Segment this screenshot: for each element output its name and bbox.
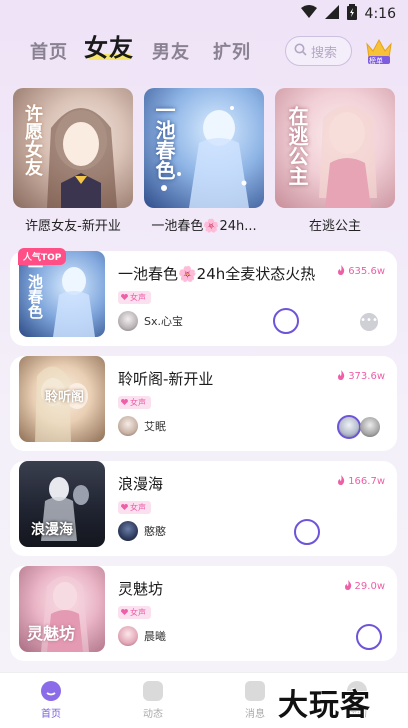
status-bar: 4:16 — [0, 0, 408, 26]
search-input[interactable]: 搜索 — [285, 36, 352, 66]
mic-seat[interactable] — [273, 308, 299, 334]
rank-label: 榜单 — [369, 57, 383, 65]
voice-tag: 女声 — [118, 501, 151, 514]
status-time: 4:16 — [364, 6, 396, 22]
signal-icon — [324, 5, 339, 23]
featured-title: 一池春色🌸24h... — [151, 219, 257, 234]
heat-value: 373.6w — [348, 371, 385, 382]
room-cover-text: 灵魅坊 — [27, 624, 76, 643]
more-icon[interactable]: ••• — [360, 313, 378, 331]
room-host: Sx.心宝 — [118, 311, 183, 331]
featured-title: 在逃公主 — [308, 219, 361, 234]
featured-cover: 许愿女友 — [13, 88, 133, 208]
heart-icon — [121, 608, 128, 617]
host-name: 憨憨 — [144, 525, 166, 538]
flame-icon — [344, 580, 352, 593]
room-heat: 373.6w — [337, 370, 385, 383]
voice-tag: 女声 — [118, 606, 151, 619]
voice-tag: 女声 — [118, 291, 151, 304]
search-placeholder: 搜索 — [311, 45, 338, 61]
host-name: 艾眠 — [144, 420, 166, 433]
host-avatar — [118, 626, 138, 646]
host-name: Sx.心宝 — [144, 315, 183, 328]
search-icon — [294, 43, 307, 60]
room-heat: 29.0w — [344, 580, 385, 593]
voice-tag: 女声 — [118, 396, 151, 409]
bottom-tab-moments[interactable]: 动态 — [128, 681, 178, 720]
voice-tag-label: 女声 — [130, 398, 146, 407]
moments-icon — [143, 681, 163, 701]
room-host: 晨曦 — [118, 626, 166, 646]
room-name: 浪漫海 — [118, 475, 164, 493]
heart-icon — [121, 293, 128, 302]
room-cover: 浪漫海 — [19, 461, 105, 547]
featured-cover-text: 在逃公主 — [285, 106, 309, 186]
rank-crown-icon[interactable]: 榜单 — [364, 36, 394, 66]
featured-title: 许愿女友-新开业 — [25, 219, 121, 234]
bottom-tab-label: 首页 — [41, 709, 61, 720]
tab-home[interactable]: 首页 — [30, 38, 68, 64]
bottom-tab-label: 动态 — [143, 709, 163, 720]
message-icon — [245, 681, 265, 701]
room-cover: 聆听阁 — [19, 356, 105, 442]
room-cover-text: 浪漫海 — [31, 522, 73, 538]
room-card[interactable]: 聆听阁 聆听阁-新开业 373.6w 女声 艾眠 — [10, 356, 397, 451]
battery-icon — [346, 4, 357, 24]
host-avatar — [118, 416, 138, 436]
room-card[interactable]: 浪漫海 浪漫海 166.7w 女声 憨憨 — [10, 461, 397, 556]
heat-value: 635.6w — [348, 266, 385, 277]
host-avatar — [118, 311, 138, 331]
heart-icon — [121, 398, 128, 407]
room-card[interactable]: 人气TOP 一池春色 一池春色🌸24h全麦状态火热 635.6w 女声 Sx.心… — [10, 248, 397, 346]
voice-tag-label: 女声 — [130, 608, 146, 617]
flame-icon — [337, 475, 345, 488]
featured-cover: 一池春色 — [144, 88, 264, 208]
featured-cover: 在逃公主 — [275, 88, 395, 208]
voice-tag-label: 女声 — [130, 503, 146, 512]
featured-card[interactable]: 一池春色 一池春色🌸24h... — [144, 88, 264, 234]
mic-seat[interactable] — [294, 519, 320, 545]
bottom-tab-home[interactable]: 首页 — [26, 681, 76, 720]
featured-rooms: 许愿女友 许愿女友-新开业 一池春色 一池春色🌸24h... 在逃公主 在逃公主 — [13, 88, 395, 238]
room-cover: 灵魅坊 — [19, 566, 105, 652]
host-name: 晨曦 — [144, 630, 166, 643]
room-name: 一池春色🌸24h全麦状态火热 — [118, 265, 316, 283]
tab-boyfriend[interactable]: 男友 — [152, 38, 190, 64]
flame-icon — [337, 370, 345, 383]
room-card[interactable]: 灵魅坊 灵魅坊 29.0w 女声 晨曦 — [10, 566, 397, 661]
room-host: 艾眠 — [118, 416, 166, 436]
bottom-tab-messages[interactable]: 消息 — [230, 681, 280, 720]
room-host: 憨憨 — [118, 521, 166, 541]
mic-seat[interactable] — [356, 624, 382, 650]
voice-tag-label: 女声 — [130, 293, 146, 302]
room-cover-text: 一池春色 — [26, 259, 44, 319]
featured-cover-text: 一池春色 — [152, 100, 176, 180]
status-icons: 4:16 — [300, 4, 396, 24]
popular-top-badge: 人气TOP — [18, 248, 67, 265]
bottom-tab-label: 消息 — [245, 709, 265, 720]
watermark-text: 大玩客 — [278, 688, 371, 723]
heat-value: 29.0w — [354, 581, 385, 592]
featured-cover-text: 许愿女友 — [22, 104, 43, 176]
home-chat-icon — [41, 681, 61, 701]
featured-card[interactable]: 在逃公主 在逃公主 — [275, 88, 395, 234]
top-nav: 首页 女友 男友 扩列 搜索 榜单 — [0, 32, 408, 72]
flame-icon — [337, 265, 345, 278]
wifi-icon — [300, 5, 317, 23]
tab-girlfriend[interactable]: 女友 — [84, 28, 134, 63]
room-heat: 166.7w — [337, 475, 385, 488]
host-avatar — [118, 521, 138, 541]
tab-expand[interactable]: 扩列 — [213, 38, 251, 64]
heart-icon — [121, 503, 128, 512]
heat-value: 166.7w — [348, 476, 385, 487]
seat-avatar[interactable] — [337, 415, 361, 439]
room-cover-text: 聆听阁 — [45, 390, 85, 405]
room-heat: 635.6w — [337, 265, 385, 278]
room-name: 聆听阁-新开业 — [118, 370, 214, 388]
featured-card[interactable]: 许愿女友 许愿女友-新开业 — [13, 88, 133, 234]
seat-avatar[interactable] — [360, 417, 380, 437]
room-name: 灵魅坊 — [118, 580, 164, 598]
